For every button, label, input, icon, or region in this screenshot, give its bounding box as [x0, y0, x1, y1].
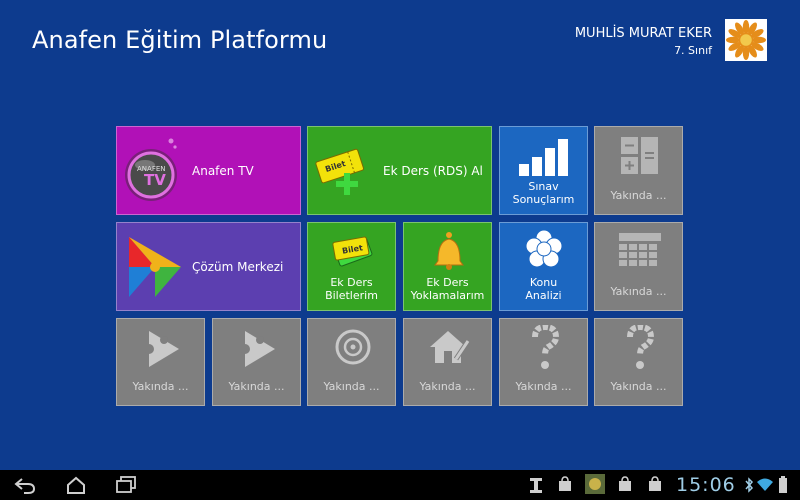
tile-label: Ek Ders (RDS) Al	[383, 163, 483, 178]
tile-label: Yakında ...	[323, 380, 380, 393]
tile-label: Anafen TV	[192, 163, 254, 178]
recent-apps-icon[interactable]	[116, 476, 136, 494]
tile-ek-ders-biletlerim[interactable]: Bilet Ek Ders Biletlerim	[307, 222, 396, 311]
tile-label: Yakında ...	[515, 380, 572, 393]
target-icon	[335, 329, 371, 365]
tile-label: Sınav Sonuçlarım	[512, 180, 575, 206]
tile-sinav-sonuclarim[interactable]: Sınav Sonuçlarım	[499, 126, 588, 215]
question-icon	[627, 325, 655, 369]
calculator-icon	[621, 137, 658, 174]
system-navbar: 15:06	[0, 470, 800, 500]
tile-label: Yakında ...	[610, 285, 667, 298]
tile-label: Yakında ...	[610, 380, 667, 393]
bell-icon	[434, 232, 464, 270]
puzzle-triangle-icon	[129, 237, 181, 297]
tile-konu-analizi[interactable]: Konu Analizi	[499, 222, 588, 311]
tile-label: Ek Ders Yoklamalarım	[410, 276, 485, 302]
tile-label: Yakında ...	[419, 380, 476, 393]
bag-icon	[619, 476, 631, 491]
app-thumbnail-icon	[585, 474, 605, 494]
flower-icon	[525, 229, 563, 268]
status-clock: 15:06	[676, 474, 736, 496]
calendar-icon	[619, 233, 661, 266]
question-icon	[532, 325, 560, 369]
tile-label: Yakında ...	[132, 380, 189, 393]
tile-ek-ders-al[interactable]: Bilet Ek Ders (RDS) Al	[307, 126, 492, 215]
bluetooth-icon	[745, 477, 754, 493]
bar-signal-icon	[519, 139, 568, 176]
tile-label: Konu Analizi	[525, 276, 562, 302]
tv-badge-bottom: TV	[144, 171, 166, 189]
usb-icon	[530, 478, 542, 493]
tile-label: Yakında ...	[228, 380, 285, 393]
back-icon[interactable]	[14, 476, 36, 494]
tile-cozum-merkezi[interactable]: Çözüm Merkezi	[116, 222, 301, 311]
play-puzzle-icon	[145, 331, 179, 367]
tile-label: Ek Ders Biletlerim	[325, 276, 378, 302]
tile-ek-ders-yoklamalarim[interactable]: Ek Ders Yoklamalarım	[403, 222, 492, 311]
tile-label: Çözüm Merkezi	[192, 259, 284, 274]
tile-anafen-tv[interactable]: ANAFEN TV Anafen TV	[116, 126, 301, 215]
ticket-plus-icon	[315, 148, 364, 195]
home-pencil-icon	[430, 331, 470, 363]
tile-soon-calendar[interactable]: Yakında ...	[594, 222, 683, 311]
tile-soon-target[interactable]: Yakında ...	[307, 318, 396, 406]
tile-grid: ANAFEN TV Anafen TV Bilet Ek Ders (RDS) …	[0, 0, 800, 470]
tile-soon-calculator[interactable]: Yakında ...	[594, 126, 683, 215]
bag-icon	[559, 476, 571, 491]
wifi-icon	[757, 478, 773, 491]
home-icon[interactable]	[66, 476, 86, 494]
tile-soon-play-1[interactable]: Yakında ...	[116, 318, 205, 406]
battery-icon	[779, 476, 787, 493]
tile-soon-question-2[interactable]: Yakında ...	[594, 318, 683, 406]
tile-soon-play-2[interactable]: Yakında ...	[212, 318, 301, 406]
play-puzzle-icon	[241, 331, 275, 367]
tile-label: Yakında ...	[610, 189, 667, 202]
tile-soon-question-1[interactable]: Yakında ...	[499, 318, 588, 406]
tile-soon-home[interactable]: Yakında ...	[403, 318, 492, 406]
bag-icon	[649, 476, 661, 491]
